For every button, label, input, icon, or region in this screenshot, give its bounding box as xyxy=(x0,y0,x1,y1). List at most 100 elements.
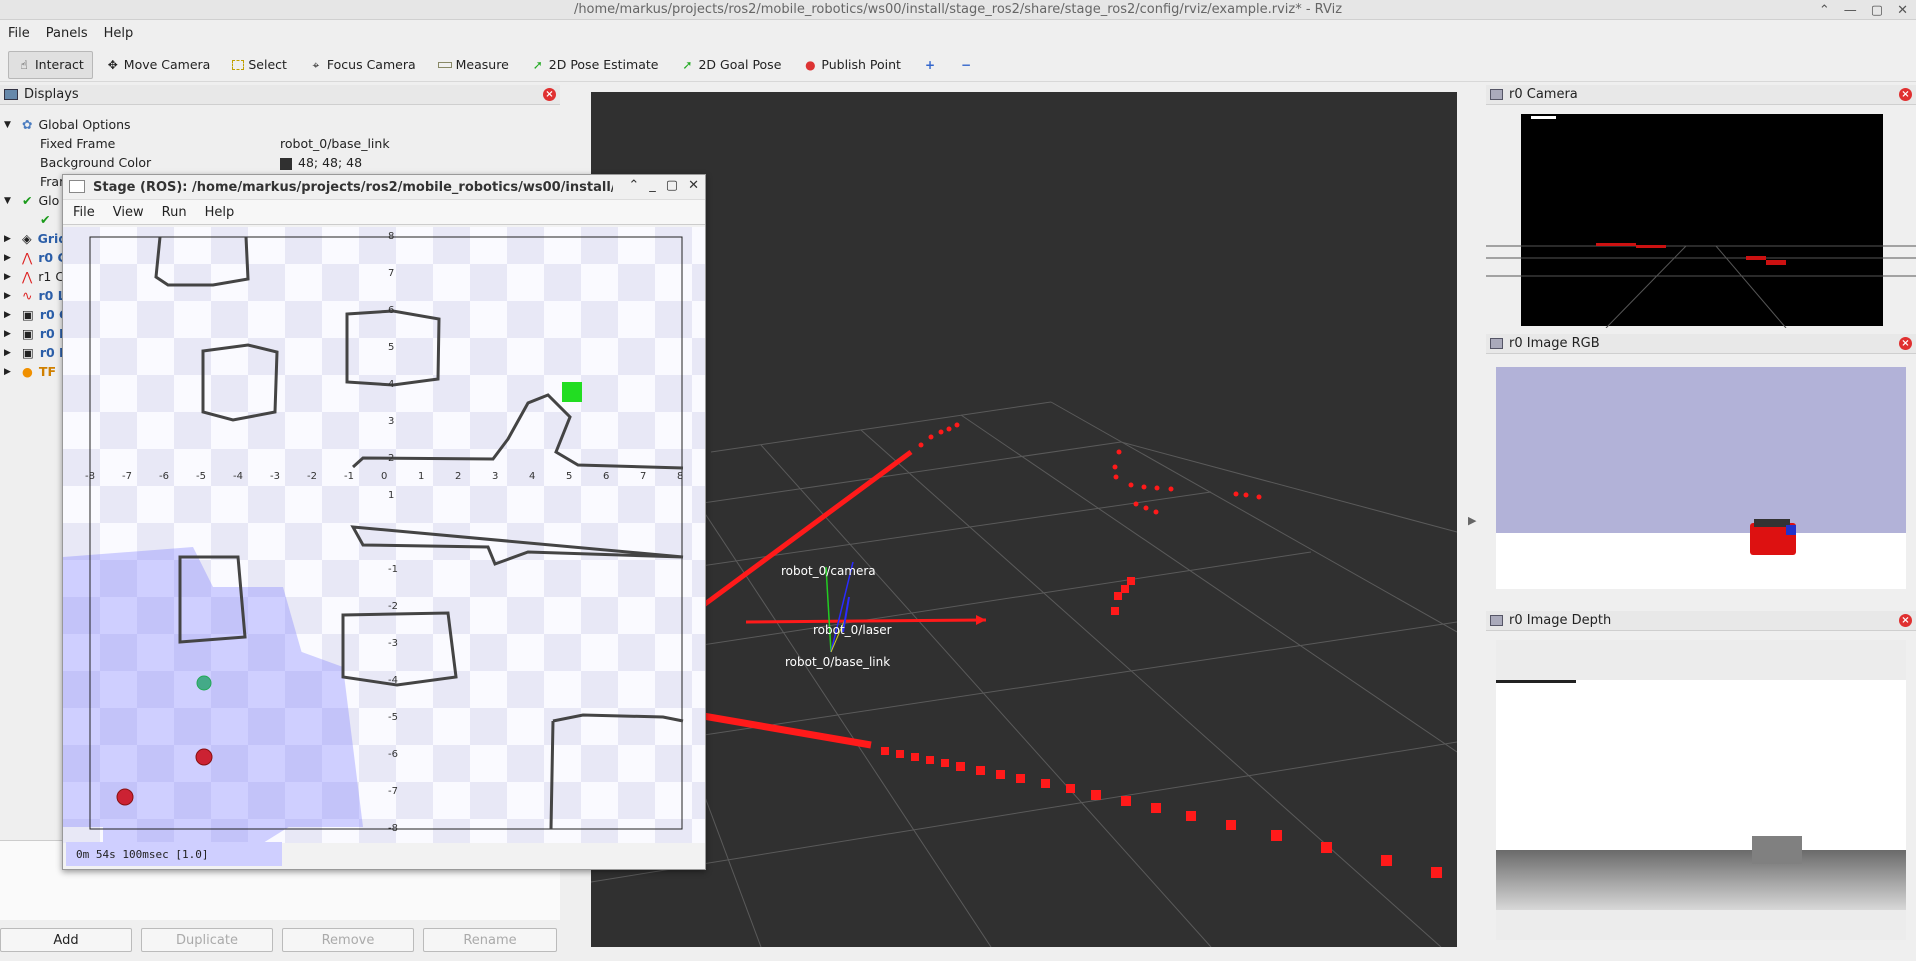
measure-tool[interactable]: Measure xyxy=(429,51,518,79)
camera-view xyxy=(1486,106,1916,329)
plus-icon: + xyxy=(924,57,935,72)
remove-button[interactable]: Remove xyxy=(282,928,414,952)
x-tick-label: 5 xyxy=(566,471,572,482)
y-tick-label: -1 xyxy=(388,564,398,575)
y-tick-label: 8 xyxy=(388,231,394,242)
3d-viewport[interactable]: robot_0/camera robot_0/laser robot_0/bas… xyxy=(591,92,1457,947)
monitor-icon xyxy=(4,89,18,100)
minimize-icon[interactable]: _ xyxy=(649,178,656,193)
y-tick-label: -6 xyxy=(388,749,398,760)
minimize-button[interactable]: — xyxy=(1844,3,1857,18)
x-tick-label: 3 xyxy=(492,471,498,482)
path-icon: ⋀ xyxy=(22,269,33,284)
depth-image xyxy=(1496,640,1906,940)
camera-panel-header: r0 Camera × xyxy=(1486,85,1916,105)
depth-panel-header: r0 Image Depth × xyxy=(1486,611,1916,631)
close-icon[interactable]: ✕ xyxy=(1897,3,1908,18)
maximize-icon[interactable]: ▢ xyxy=(666,178,678,193)
stage-window[interactable]: Stage (ROS): /home/markus/projects/ros2/… xyxy=(62,174,706,870)
minimize-icon[interactable]: ⌃ xyxy=(1819,3,1830,18)
expand-icon[interactable]: ▼ xyxy=(4,196,22,206)
y-tick-label: -4 xyxy=(388,675,398,686)
tf-label-camera: robot_0/camera xyxy=(781,564,876,578)
arrow-green-icon: ➚ xyxy=(532,57,543,72)
rename-button[interactable]: Rename xyxy=(423,928,557,952)
goal-pose-tool[interactable]: ➚ 2D Goal Pose xyxy=(671,51,790,79)
stage-menu-file[interactable]: File xyxy=(73,205,95,220)
laser-points xyxy=(650,422,1442,878)
add-button[interactable]: Add xyxy=(0,928,132,952)
robot-r2[interactable] xyxy=(116,788,134,806)
x-tick-label: 6 xyxy=(603,471,609,482)
robot-r0[interactable] xyxy=(195,748,213,766)
stage-canvas[interactable]: -8 -7 -6 -5 -4 -3 -2 -1 0 1 2 3 4 5 6 7 8 8 7 6 5 4 3 2 1 -1 -2 -3… xyxy=(63,227,705,843)
focus-camera-tool[interactable]: ⌖ Focus Camera xyxy=(300,51,425,79)
displays-title: Displays xyxy=(24,87,79,102)
stage-menu-run[interactable]: Run xyxy=(162,205,187,220)
shade-icon[interactable]: ⌃ xyxy=(628,178,639,193)
menu-panels[interactable]: Panels xyxy=(46,26,88,41)
close-icon[interactable]: × xyxy=(1899,337,1912,350)
image-icon xyxy=(1490,615,1503,626)
path-icon: ⋀ xyxy=(22,250,33,265)
x-tick-label: 0 xyxy=(381,471,387,482)
x-tick-label: -2 xyxy=(307,471,317,482)
camera-icon xyxy=(1490,89,1503,100)
stage-menu-view[interactable]: View xyxy=(113,205,144,220)
menu-help[interactable]: Help xyxy=(104,26,134,41)
camera-icon: ▣ xyxy=(22,307,34,322)
x-tick-label: -8 xyxy=(85,471,95,482)
y-tick-label: 5 xyxy=(388,342,394,353)
close-icon[interactable]: × xyxy=(1899,614,1912,627)
pin-icon: ● xyxy=(805,57,816,72)
move-icon: ✥ xyxy=(107,57,118,72)
tree-row-fixed-frame[interactable]: Fixed Frame robot_0/base_link xyxy=(0,134,560,153)
y-tick-label: -5 xyxy=(388,712,398,723)
robot-r1[interactable] xyxy=(196,675,212,691)
close-icon[interactable]: × xyxy=(1899,88,1912,101)
y-tick-label: 3 xyxy=(388,416,394,427)
duplicate-button[interactable]: Duplicate xyxy=(141,928,273,952)
y-tick-label: 4 xyxy=(388,379,394,390)
expand-icon[interactable]: ▼ xyxy=(4,120,22,130)
x-tick-label: -4 xyxy=(233,471,243,482)
collapse-arrow-icon[interactable]: ▶ xyxy=(1468,514,1476,527)
close-icon[interactable]: × xyxy=(543,88,556,101)
hand-icon: ☝ xyxy=(20,57,28,72)
tree-row-background-color[interactable]: Background Color 48; 48; 48 xyxy=(0,153,560,172)
y-tick-label: 2 xyxy=(388,453,394,464)
tree-row-global-options[interactable]: ▼ ✿ Global Options xyxy=(0,115,560,134)
window-title: /home/markus/projects/ros2/mobile_roboti… xyxy=(573,2,1343,17)
publish-point-tool[interactable]: ● Publish Point xyxy=(794,51,910,79)
displays-header: Displays × xyxy=(0,85,560,105)
select-tool[interactable]: Select xyxy=(223,51,296,79)
stage-title: Stage (ROS): /home/markus/projects/ros2/… xyxy=(93,179,613,195)
x-tick-label: 8 xyxy=(677,471,683,482)
rgb-panel-header: r0 Image RGB × xyxy=(1486,334,1916,354)
x-tick-label: 1 xyxy=(418,471,424,482)
y-tick-label: 7 xyxy=(388,268,394,279)
ground-grid xyxy=(591,401,1457,947)
menu-file[interactable]: File xyxy=(8,26,30,41)
toolbar: ☝ Interact ✥ Move Camera Select ⌖ Focus Cam… xyxy=(0,48,1916,82)
move-camera-tool[interactable]: ✥ Move Camera xyxy=(97,51,220,79)
remove-tool-button[interactable]: − xyxy=(950,51,982,79)
tf-label-laser: robot_0/laser xyxy=(813,623,892,637)
maximize-icon[interactable]: ▢ xyxy=(1871,3,1883,18)
stage-menu-help[interactable]: Help xyxy=(205,205,235,220)
interact-tool[interactable]: ☝ Interact xyxy=(8,50,93,79)
y-tick-label: 1 xyxy=(388,490,394,501)
x-tick-label: -7 xyxy=(122,471,132,482)
minus-icon: − xyxy=(960,57,971,72)
grid-icon: ◈ xyxy=(22,231,32,246)
add-tool-button[interactable]: + xyxy=(914,51,946,79)
image-icon: ▣ xyxy=(22,345,34,360)
warning-icon: ● xyxy=(22,364,33,379)
goal-marker[interactable] xyxy=(562,382,582,402)
stage-titlebar[interactable]: Stage (ROS): /home/markus/projects/ros2/… xyxy=(63,175,705,199)
window-icon xyxy=(69,180,85,193)
y-tick-label: 6 xyxy=(388,305,394,316)
pose-estimate-tool[interactable]: ➚ 2D Pose Estimate xyxy=(522,51,668,79)
close-icon[interactable]: ✕ xyxy=(688,178,699,193)
rgb-image xyxy=(1496,367,1906,589)
